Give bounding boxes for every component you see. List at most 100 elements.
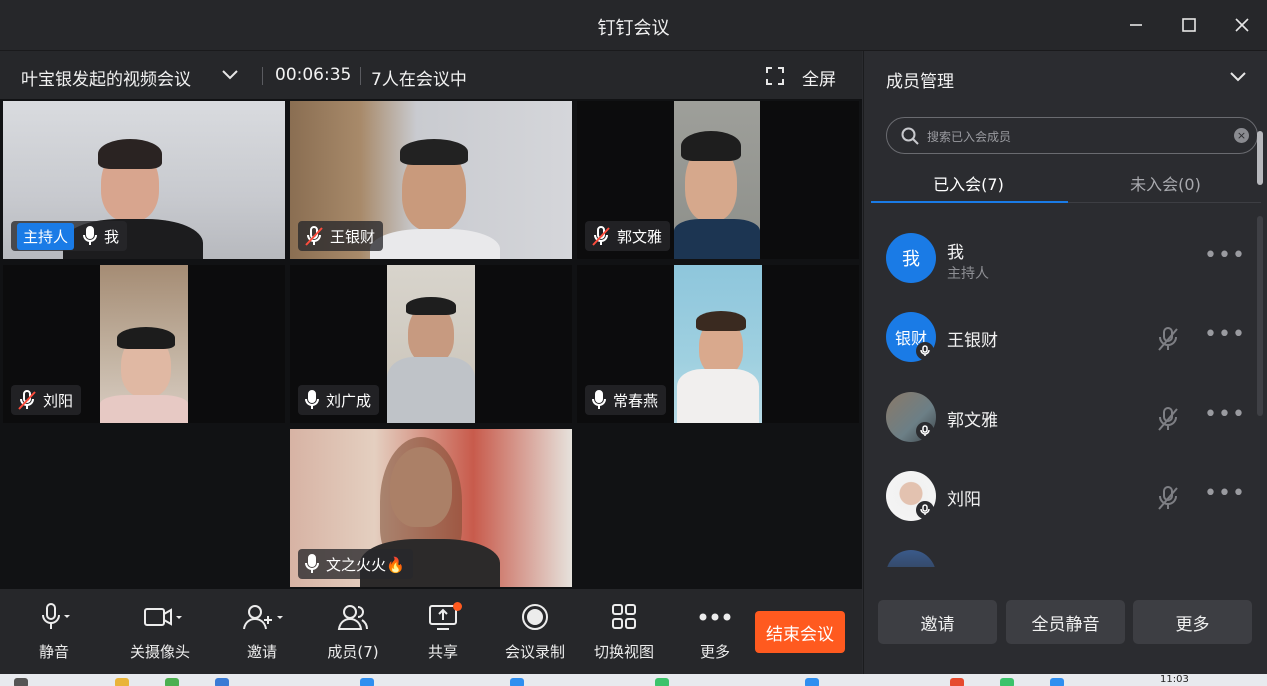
end-meeting-button[interactable]: 结束会议 xyxy=(755,611,845,653)
more-icon xyxy=(699,613,731,621)
more-options-icon[interactable]: ••• xyxy=(1204,245,1246,267)
microphone-icon xyxy=(82,226,98,246)
meeting-info-bar: 叶宝银发起的视频会议 00:06:35 7人在会议中 全屏 xyxy=(0,51,862,99)
member-row[interactable]: 郭文雅 ••• xyxy=(886,392,1256,448)
video-tile-guowenya[interactable]: 郭文雅 xyxy=(577,101,859,259)
microphone-muted-icon xyxy=(591,226,611,246)
divider xyxy=(360,67,361,85)
member-row[interactable]: 银财 王银财 ••• xyxy=(886,312,1256,368)
participant-name: 文之火火🔥 xyxy=(326,555,405,574)
app-icon[interactable] xyxy=(805,678,819,686)
share-screen-button[interactable]: 共享 xyxy=(403,601,483,662)
participant-body xyxy=(100,395,188,423)
member-row[interactable]: 刘阳 ••• xyxy=(886,471,1256,527)
participant-hair xyxy=(406,297,456,315)
members-button[interactable]: 成员(7) xyxy=(313,601,393,662)
microphone-muted-icon[interactable] xyxy=(1156,326,1180,356)
minimize-button[interactable] xyxy=(1121,12,1151,38)
participant-body xyxy=(674,219,760,259)
video-tile-me[interactable]: 主持人 我 xyxy=(3,101,285,259)
maximize-button[interactable] xyxy=(1174,12,1204,38)
member-name: 王银财 xyxy=(947,331,998,351)
microphone-muted-icon xyxy=(916,422,934,440)
app-icon[interactable] xyxy=(360,678,374,686)
name-tag: 刘阳 xyxy=(11,385,82,415)
mute-button[interactable]: 静音 xyxy=(14,601,94,662)
participant-hair xyxy=(681,131,741,161)
app-icon[interactable] xyxy=(215,678,229,686)
scrollbar-thumb[interactable] xyxy=(1257,131,1263,185)
search-icon xyxy=(901,127,919,149)
more-button[interactable]: 更多 xyxy=(675,601,755,662)
microphone-icon xyxy=(42,603,70,629)
tab-not-joined[interactable]: 未入会(0) xyxy=(1068,171,1263,195)
member-tabs: 已入会(7) 未入会(0) xyxy=(871,163,1261,203)
invite-button[interactable]: 邀请 xyxy=(222,601,302,662)
chevron-down-icon[interactable] xyxy=(1228,68,1248,90)
panel-title: 成员管理 xyxy=(886,72,954,92)
participant-body xyxy=(370,229,500,259)
microphone-muted-icon[interactable] xyxy=(1156,485,1180,515)
app-icon[interactable] xyxy=(165,678,179,686)
member-search-input[interactable]: 搜索已入会成员 × xyxy=(886,117,1258,154)
record-button[interactable]: 会议录制 xyxy=(495,601,575,662)
meeting-timer: 00:06:35 xyxy=(275,65,352,85)
folder-icon[interactable] xyxy=(115,678,129,686)
video-tile-changchunyan[interactable]: 常春燕 xyxy=(577,265,859,423)
start-icon[interactable] xyxy=(14,678,28,686)
member-role: 主持人 xyxy=(947,266,989,282)
microphone-muted-icon[interactable] xyxy=(1156,406,1180,436)
camera-toggle-button[interactable]: 关摄像头 xyxy=(120,601,200,662)
more-options-icon[interactable]: ••• xyxy=(1204,483,1246,505)
tray-icon[interactable] xyxy=(1050,678,1064,686)
wechat-icon[interactable] xyxy=(655,678,669,686)
system-clock[interactable]: 11:03 xyxy=(1160,674,1189,685)
member-row[interactable] xyxy=(886,550,1256,567)
os-taskbar: 11:03 xyxy=(0,674,1267,686)
meeting-title[interactable]: 叶宝银发起的视频会议 xyxy=(21,65,191,90)
users-icon xyxy=(337,605,368,630)
dingtalk-icon[interactable] xyxy=(510,678,524,686)
search-placeholder: 搜索已入会成员 xyxy=(927,130,1012,144)
participant-body xyxy=(677,369,759,423)
divider xyxy=(262,67,263,85)
switch-view-button[interactable]: 切换视图 xyxy=(584,601,664,662)
video-tile-liuyang[interactable]: 刘阳 xyxy=(3,265,285,423)
participant-hair xyxy=(696,311,746,331)
microphone-muted-icon xyxy=(17,390,37,410)
participant-name: 郭文雅 xyxy=(617,227,663,246)
video-tile-wenzhihuohuo[interactable]: 文之火火🔥 xyxy=(290,429,572,587)
window-title: 钉钉会议 xyxy=(597,18,670,39)
mute-all-button[interactable]: 全员静音 xyxy=(1006,600,1125,644)
fullscreen-icon[interactable] xyxy=(766,67,784,89)
clear-icon[interactable]: × xyxy=(1234,128,1249,143)
microphone-icon xyxy=(304,390,320,410)
invite-button[interactable]: 邀请 xyxy=(878,600,997,644)
participant-name: 刘广成 xyxy=(326,391,372,410)
close-button[interactable] xyxy=(1227,12,1257,38)
notification-dot xyxy=(453,602,462,611)
fullscreen-button[interactable]: 全屏 xyxy=(802,65,836,90)
minimize-icon xyxy=(1130,24,1142,26)
member-name: 我 xyxy=(947,243,964,263)
member-list: 我 我 主持人 ••• 银财 王银财 ••• 郭文雅 ••• 刘阳 ••• xyxy=(864,211,1259,567)
more-options-icon[interactable]: ••• xyxy=(1204,404,1246,426)
tab-joined[interactable]: 已入会(7) xyxy=(871,171,1066,195)
more-options-icon[interactable]: ••• xyxy=(1204,324,1246,346)
video-area: 叶宝银发起的视频会议 00:06:35 7人在会议中 全屏 主持人 我 王银财 … xyxy=(0,51,862,674)
participant-body xyxy=(387,357,475,423)
name-tag: 文之火火🔥 xyxy=(298,549,413,579)
tray-icon[interactable] xyxy=(1000,678,1014,686)
more-button[interactable]: 更多 xyxy=(1133,600,1252,644)
member-row[interactable]: 我 我 主持人 ••• xyxy=(886,233,1256,289)
chevron-down-icon[interactable] xyxy=(220,66,240,88)
participant-name: 我 xyxy=(104,227,120,246)
participant-hair xyxy=(400,139,468,165)
microphone-icon xyxy=(304,554,320,574)
video-tile-wangyincai[interactable]: 王银财 xyxy=(290,101,572,259)
participant-count: 7人在会议中 xyxy=(371,70,467,90)
microphone-muted-icon xyxy=(916,342,934,360)
avatar: 我 xyxy=(886,233,936,283)
video-tile-liuguangcheng[interactable]: 刘广成 xyxy=(290,265,572,423)
input-method-icon[interactable] xyxy=(950,678,964,686)
